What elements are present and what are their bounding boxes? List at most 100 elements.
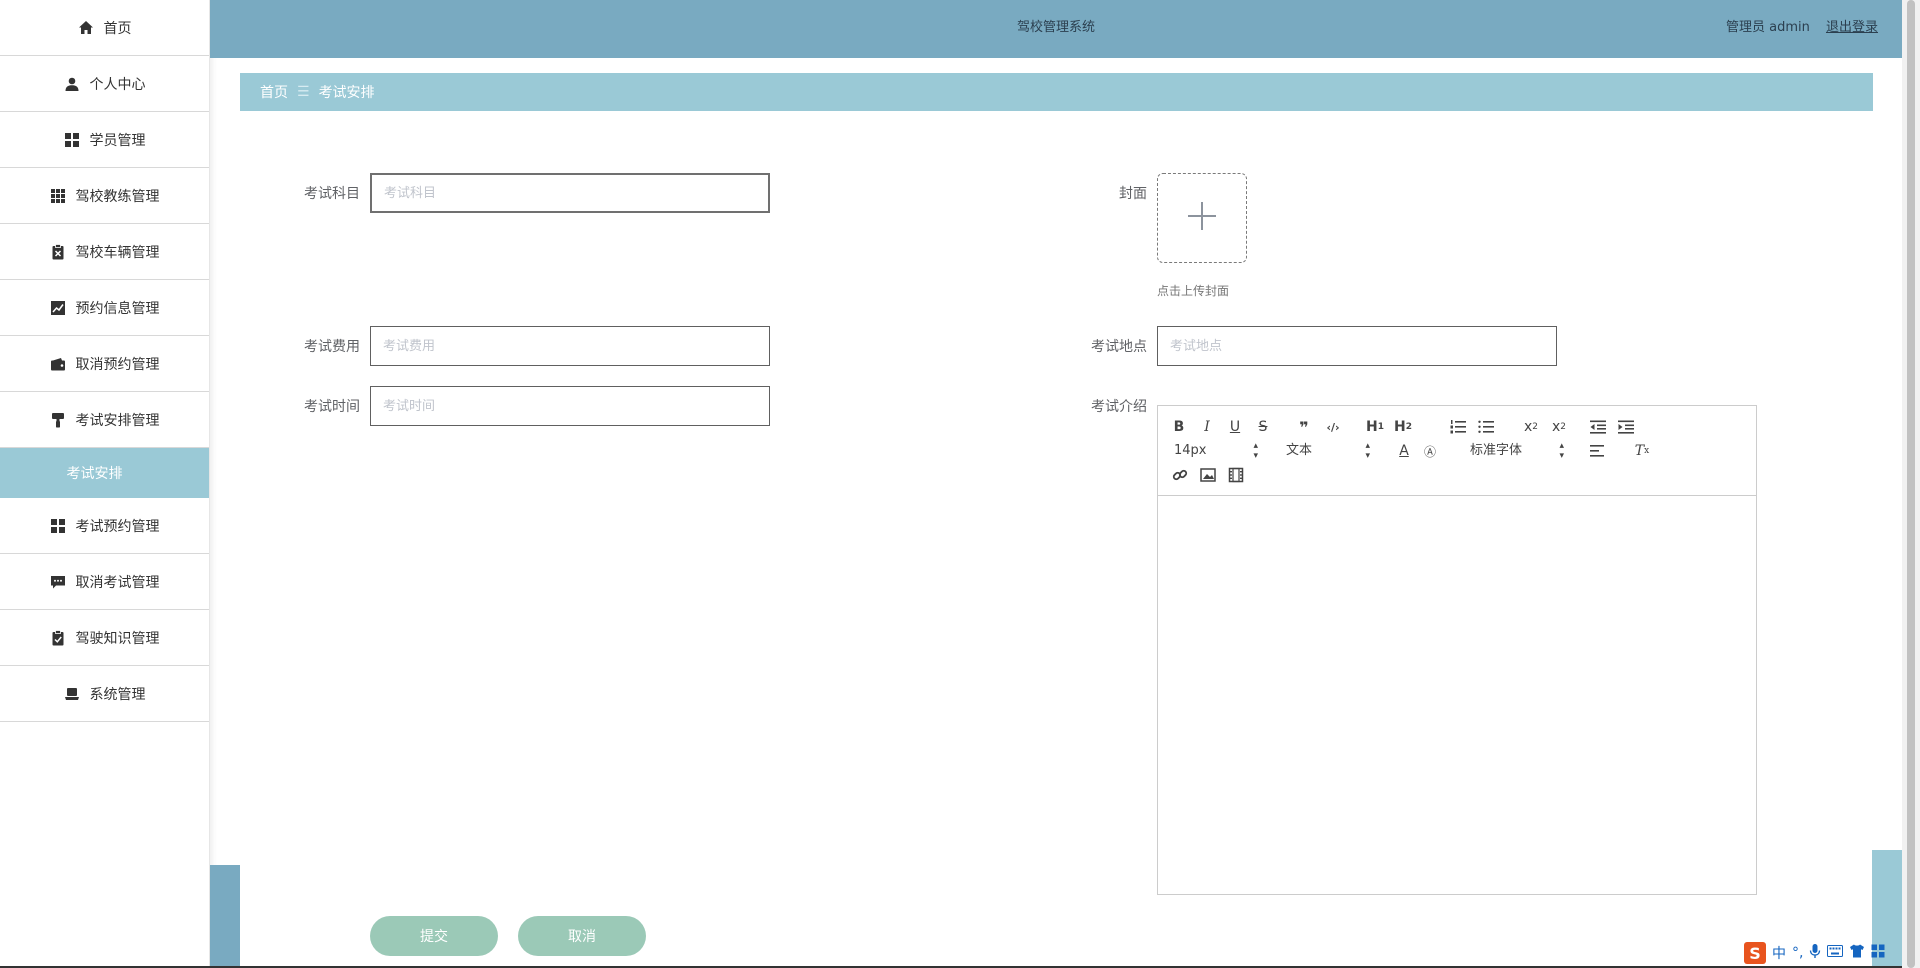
- app-title: 驾校管理系统: [1016, 20, 1095, 35]
- indent-icon[interactable]: [1616, 417, 1636, 437]
- header-select[interactable]: 文本 ▴ ▾: [1286, 441, 1370, 461]
- location-label: 考试地点: [1091, 339, 1147, 355]
- font-family-select[interactable]: 标准字体 ▴ ▾: [1470, 441, 1564, 461]
- plus-icon: [1186, 200, 1218, 236]
- sidebar-item-label: 预约信息管理: [75, 300, 160, 317]
- keyboard-icon[interactable]: [1827, 945, 1844, 961]
- sidebar-item-driving-knowledge[interactable]: 驾驶知识管理: [0, 610, 209, 666]
- subject-label: 考试科目: [304, 186, 360, 202]
- ime-lang-toggle[interactable]: 中: [1772, 943, 1786, 963]
- underline-icon[interactable]: U: [1226, 417, 1244, 437]
- sidebar-subitem-exam-arrange[interactable]: 考试安排: [0, 448, 209, 498]
- font-color-icon[interactable]: A: [1394, 441, 1414, 461]
- time-input[interactable]: [370, 386, 770, 426]
- sidebar: 首页 个人中心 学员管理 驾校教练管理 驾校车辆管理 预约信息管理 取消预约管理…: [0, 0, 210, 968]
- cover-upload[interactable]: [1157, 173, 1247, 263]
- breadcrumb: 首页 ☰ 考试安排: [240, 73, 1873, 111]
- header-select-value: 文本: [1286, 443, 1313, 458]
- font-size-select[interactable]: 14px ▴ ▾: [1174, 441, 1258, 461]
- apps-icon: [50, 188, 66, 204]
- bold-icon[interactable]: B: [1170, 417, 1188, 437]
- clear-format-icon[interactable]: Tx: [1632, 441, 1652, 461]
- wallet-icon: [50, 356, 66, 372]
- subscript-icon[interactable]: x2: [1520, 417, 1542, 437]
- sidebar-item-profile[interactable]: 个人中心: [0, 56, 209, 112]
- sidebar-item-label: 驾校教练管理: [75, 188, 160, 205]
- sidebar-item-students[interactable]: 学员管理: [0, 112, 209, 168]
- ime-logo-icon[interactable]: S: [1744, 942, 1766, 964]
- clipboard-check-icon: [50, 629, 66, 646]
- laptop-icon: [64, 686, 80, 702]
- sidebar-item-label: 取消预约管理: [75, 356, 160, 373]
- sidebar-item-label: 个人中心: [89, 76, 146, 93]
- sidebar-item-cancel-exams[interactable]: 取消考试管理: [0, 554, 209, 610]
- link-icon[interactable]: [1170, 465, 1190, 485]
- submit-button[interactable]: 提交: [370, 916, 498, 956]
- strike-icon[interactable]: S: [1254, 417, 1272, 437]
- sidebar-item-exam-schedule[interactable]: 考试安排管理: [0, 392, 209, 448]
- cover-label: 封面: [1119, 186, 1147, 202]
- vertical-scrollbar[interactable]: [1902, 0, 1920, 968]
- font-family-value: 标准字体: [1470, 443, 1523, 458]
- sidebar-item-label: 系统管理: [89, 686, 146, 703]
- time-label: 考试时间: [304, 399, 360, 415]
- sidebar-item-coaches[interactable]: 驾校教练管理: [0, 168, 209, 224]
- updown-caret-icon: ▴ ▾: [1253, 441, 1258, 461]
- logout-link[interactable]: 退出登录: [1826, 20, 1878, 35]
- chart-icon: [50, 300, 66, 316]
- cancel-button[interactable]: 取消: [518, 916, 646, 956]
- subject-input[interactable]: [370, 173, 770, 213]
- fee-input[interactable]: [370, 326, 770, 366]
- sidebar-item-label: 首页: [103, 20, 132, 37]
- home-icon: [78, 20, 94, 36]
- updown-caret-icon: ▴ ▾: [1559, 441, 1564, 461]
- intro-label: 考试介绍: [1091, 399, 1147, 415]
- italic-icon[interactable]: I: [1198, 417, 1216, 437]
- sidebar-item-label: 驾驶知识管理: [75, 630, 160, 647]
- image-icon[interactable]: [1198, 465, 1218, 485]
- bullet-list-icon[interactable]: [1476, 417, 1496, 437]
- sidebar-item-label: 考试安排: [66, 466, 123, 482]
- video-icon[interactable]: [1226, 465, 1246, 485]
- fee-label: 考试费用: [304, 339, 360, 355]
- paint-roller-icon: [50, 412, 66, 428]
- breadcrumb-current: 考试安排: [318, 85, 375, 101]
- updown-caret-icon: ▴ ▾: [1365, 441, 1370, 461]
- scrollbar-thumb[interactable]: [1907, 0, 1915, 968]
- sidebar-item-reservations[interactable]: 预约信息管理: [0, 280, 209, 336]
- font-size-value: 14px: [1174, 443, 1207, 458]
- decorative-corner-left: [210, 865, 240, 968]
- sidebar-item-label: 学员管理: [89, 132, 146, 149]
- background-color-icon[interactable]: Ⓐ: [1420, 441, 1440, 461]
- header-1-icon[interactable]: H1: [1364, 417, 1386, 437]
- cover-upload-tip: 点击上传封面: [1157, 284, 1230, 298]
- sidebar-item-exam-reservations[interactable]: 考试预约管理: [0, 498, 209, 554]
- grid-icon: [50, 518, 66, 534]
- sidebar-item-label: 考试预约管理: [75, 518, 160, 535]
- skin-shirt-icon[interactable]: [1849, 944, 1865, 962]
- user-icon: [64, 76, 80, 92]
- blockquote-icon[interactable]: ❞: [1294, 417, 1314, 437]
- editor-content-area[interactable]: [1158, 496, 1756, 894]
- header-2-icon[interactable]: H2: [1392, 417, 1414, 437]
- breadcrumb-home[interactable]: 首页: [260, 82, 288, 102]
- microphone-icon[interactable]: [1809, 943, 1821, 963]
- location-input[interactable]: [1157, 326, 1557, 366]
- sidebar-item-home[interactable]: 首页: [0, 0, 209, 56]
- ime-toolbar: S 中 °,: [1744, 940, 1902, 966]
- superscript-icon[interactable]: x2: [1548, 417, 1570, 437]
- user-label: 管理员 admin: [1725, 20, 1810, 35]
- ime-punct-toggle[interactable]: °,: [1792, 945, 1803, 961]
- message-icon: [50, 574, 66, 590]
- outdent-icon[interactable]: [1588, 417, 1608, 437]
- sidebar-item-cancel-reservations[interactable]: 取消预约管理: [0, 336, 209, 392]
- sidebar-item-system[interactable]: 系统管理: [0, 666, 209, 722]
- sidebar-item-label: 考试安排管理: [75, 412, 160, 429]
- ordered-list-icon[interactable]: [1448, 417, 1468, 437]
- intro-editor: B I U S ❞ ‹/› H1 H2 x2 x2 14px ▴ ▾ 文本 ▴ ▾ …: [1157, 405, 1757, 895]
- align-icon[interactable]: [1588, 441, 1608, 461]
- ime-menu-grid-icon[interactable]: [1871, 944, 1885, 962]
- breadcrumb-separator: ☰: [297, 84, 310, 100]
- sidebar-item-vehicles[interactable]: 驾校车辆管理: [0, 224, 209, 280]
- code-block-icon[interactable]: ‹/›: [1322, 417, 1344, 437]
